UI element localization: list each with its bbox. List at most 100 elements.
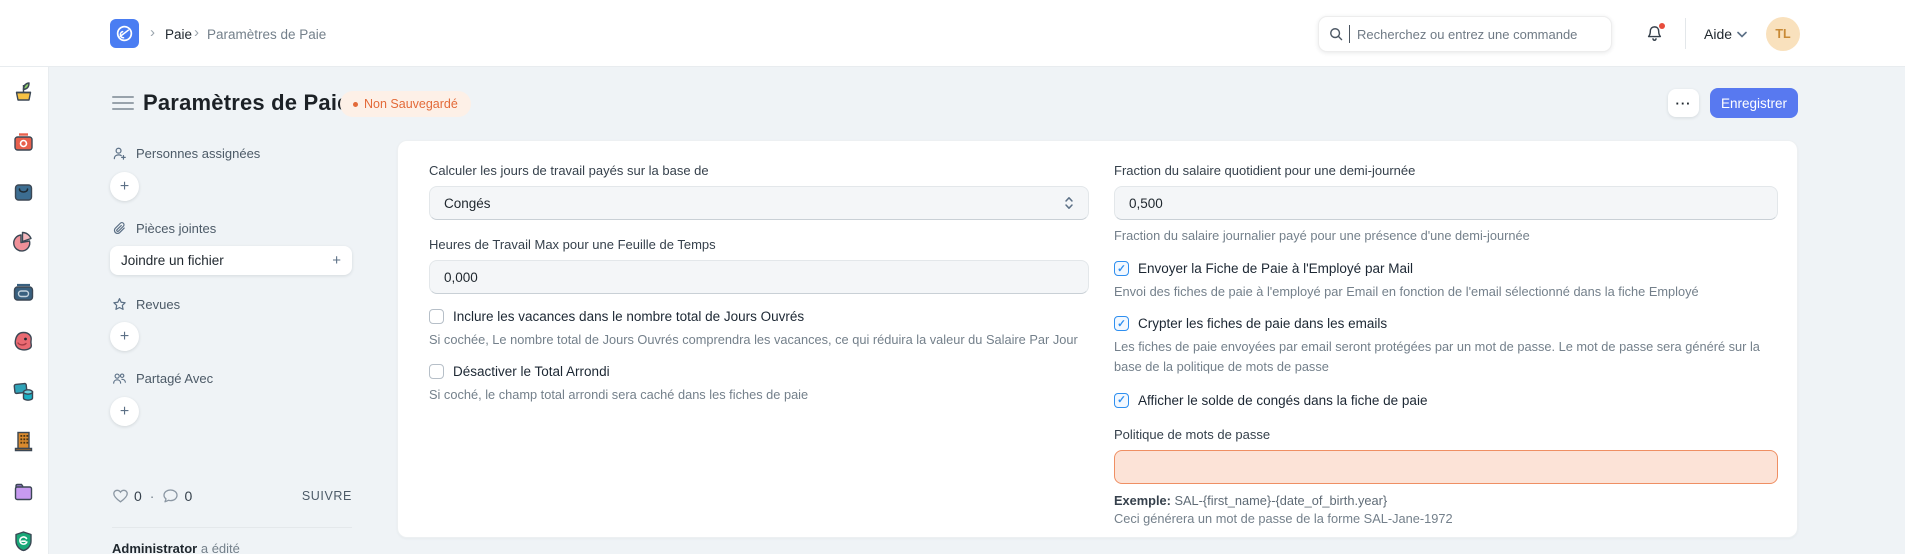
search-input[interactable] <box>1357 27 1601 42</box>
user-avatar[interactable]: TL <box>1766 17 1800 51</box>
attachments-section-label: Pièces jointes <box>136 221 216 236</box>
encrypt-salary-slips-description: Les fiches de paie envoyées par email se… <box>1114 337 1778 375</box>
text-cursor <box>1349 25 1350 43</box>
status-badge-label: Non Sauvegardé <box>364 97 458 111</box>
email-salary-slip-row[interactable]: ✓ Envoyer la Fiche de Paie à l'Employé p… <box>1114 261 1778 276</box>
payroll-based-on-select[interactable]: Congés <box>429 186 1089 220</box>
disable-rounded-total-description: Si coché, le champ total arrondi sera ca… <box>429 385 1089 404</box>
sidebar-toggle-icon[interactable] <box>112 96 134 111</box>
plus-icon: + <box>332 252 341 269</box>
sidebar-item-data-shapes-icon[interactable] <box>10 378 37 405</box>
include-holidays-checkbox[interactable]: ✓ <box>429 309 444 324</box>
sidebar-item-folder-icon[interactable] <box>10 478 37 505</box>
comment-icon[interactable] <box>162 488 179 504</box>
show-leave-balances-checkbox[interactable]: ✓ <box>1114 393 1129 408</box>
plus-icon: + <box>120 403 129 421</box>
more-actions-button[interactable]: ··· <box>1668 89 1699 117</box>
sidebar-item-pie-chart-icon[interactable] <box>10 228 37 255</box>
reviews-section-header: Revues <box>112 297 180 312</box>
assigned-section-label: Personnes assignées <box>136 146 260 161</box>
attach-file-button[interactable]: Joindre un fichier + <box>110 246 352 275</box>
assigned-section-header: Personnes assignées <box>112 146 260 161</box>
example-prefix: Exemple: <box>1114 493 1171 508</box>
heart-icon[interactable] <box>112 488 129 504</box>
daily-wages-fraction-description: Fraction du salaire journalier payé pour… <box>1114 226 1778 245</box>
daily-wages-fraction-label: Fraction du salaire quotidient pour une … <box>1114 163 1778 178</box>
sidebar-item-shopping-bag-icon[interactable] <box>10 178 37 205</box>
attachments-section-header: Pièces jointes <box>112 221 216 236</box>
comment-count[interactable]: 0 <box>184 488 192 504</box>
document-activity-row: 0 · 0 SUIVRE <box>112 488 352 504</box>
breadcrumb-chevron-icon: › <box>194 24 199 41</box>
search-icon <box>1329 27 1343 41</box>
workspace-icon-rail <box>0 67 49 554</box>
encrypt-salary-slips-row[interactable]: ✓ Crypter les fiches de paie dans les em… <box>1114 316 1778 331</box>
save-button[interactable]: Enregistrer <box>1710 88 1798 118</box>
notifications-button[interactable] <box>1645 24 1665 44</box>
encrypt-salary-slips-label: Crypter les fiches de paie dans les emai… <box>1138 316 1387 331</box>
app-logo-icon <box>115 24 134 43</box>
password-policy-input[interactable] <box>1114 450 1778 484</box>
add-assignment-button[interactable]: + <box>110 172 139 201</box>
plus-icon: + <box>120 328 129 346</box>
status-badge: Non Sauvegardé <box>340 91 471 117</box>
disable-rounded-total-row[interactable]: ✓ Désactiver le Total Arrondi <box>429 364 1089 379</box>
paperclip-icon <box>112 221 127 236</box>
global-search[interactable] <box>1318 16 1612 52</box>
last-edited-info: Administrator a édité <box>112 541 240 554</box>
shared-section-header: Partagé Avec <box>112 371 213 386</box>
chevron-down-icon <box>1737 31 1747 38</box>
sidebar-item-money-box-icon[interactable] <box>10 278 37 305</box>
reviews-section-label: Revues <box>136 297 180 312</box>
include-holidays-row[interactable]: ✓ Inclure les vacances dans le nombre to… <box>429 309 1089 324</box>
panel-divider <box>112 527 352 528</box>
daily-wages-fraction-input[interactable] <box>1114 186 1778 220</box>
sidebar-item-quality-shield-icon[interactable] <box>10 528 37 554</box>
page-title: Paramètres de Paie <box>143 90 350 116</box>
navbar-divider <box>1685 18 1686 49</box>
star-icon <box>112 297 127 312</box>
follow-toggle[interactable]: SUIVRE <box>302 489 352 503</box>
like-count[interactable]: 0 <box>134 488 142 504</box>
show-leave-balances-row[interactable]: ✓ Afficher le solde de congés dans la fi… <box>1114 393 1778 408</box>
payroll-settings-form-card: Calculer les jours de travail payés sur … <box>397 140 1798 538</box>
password-policy-note: Ceci générera un mot de passe de la form… <box>1114 511 1778 526</box>
sidebar-item-building-icon[interactable] <box>10 428 37 455</box>
show-leave-balances-label: Afficher le solde de congés dans la fich… <box>1138 393 1427 408</box>
email-salary-slip-label: Envoyer la Fiche de Paie à l'Employé par… <box>1138 261 1413 276</box>
edited-action: a édité <box>197 541 240 554</box>
avatar-initials: TL <box>1775 27 1790 41</box>
help-dropdown[interactable]: Aide <box>1704 26 1747 42</box>
encrypt-salary-slips-checkbox[interactable]: ✓ <box>1114 316 1129 331</box>
password-policy-label: Politique de mots de passe <box>1114 427 1778 442</box>
breadcrumb-page[interactable]: Paramètres de Paie <box>207 27 326 42</box>
form-column-right: Fraction du salaire quotidient pour une … <box>1114 163 1778 526</box>
attach-file-label: Joindre un fichier <box>121 253 224 268</box>
max-working-hours-label: Heures de Travail Max pour une Feuille d… <box>429 237 1089 252</box>
sidebar-item-camera-icon[interactable] <box>10 128 37 155</box>
notification-badge-dot <box>1659 23 1665 29</box>
add-share-button[interactable]: + <box>110 397 139 426</box>
help-label: Aide <box>1704 26 1732 42</box>
status-dot-icon <box>353 102 358 107</box>
count-separator: · <box>150 488 155 504</box>
edited-user: Administrator <box>112 541 197 554</box>
app-logo[interactable] <box>110 19 139 48</box>
sidebar-item-support-face-icon[interactable] <box>10 328 37 355</box>
max-working-hours-input[interactable] <box>429 260 1089 294</box>
add-review-button[interactable]: + <box>110 322 139 351</box>
email-salary-slip-checkbox[interactable]: ✓ <box>1114 261 1129 276</box>
include-holidays-label: Inclure les vacances dans le nombre tota… <box>453 309 804 324</box>
include-holidays-description: Si cochée, Le nombre total de Jours Ouvr… <box>429 330 1089 349</box>
assign-user-icon <box>112 146 127 161</box>
password-policy-example: Exemple: SAL-{first_name}-{date_of_birth… <box>1114 493 1778 508</box>
disable-rounded-total-checkbox[interactable]: ✓ <box>429 364 444 379</box>
sidebar-item-plant-pot-icon[interactable] <box>10 78 37 105</box>
breadcrumb-chevron-icon: › <box>150 24 155 41</box>
top-navbar: › Paie › Paramètres de Paie Aide TL <box>0 0 1905 67</box>
example-value: SAL-{first_name}-{date_of_birth.year} <box>1171 493 1387 508</box>
plus-icon: + <box>120 178 129 196</box>
breadcrumb-module[interactable]: Paie <box>165 27 192 42</box>
disable-rounded-total-label: Désactiver le Total Arrondi <box>453 364 610 379</box>
select-chevrons-icon <box>1064 195 1074 211</box>
